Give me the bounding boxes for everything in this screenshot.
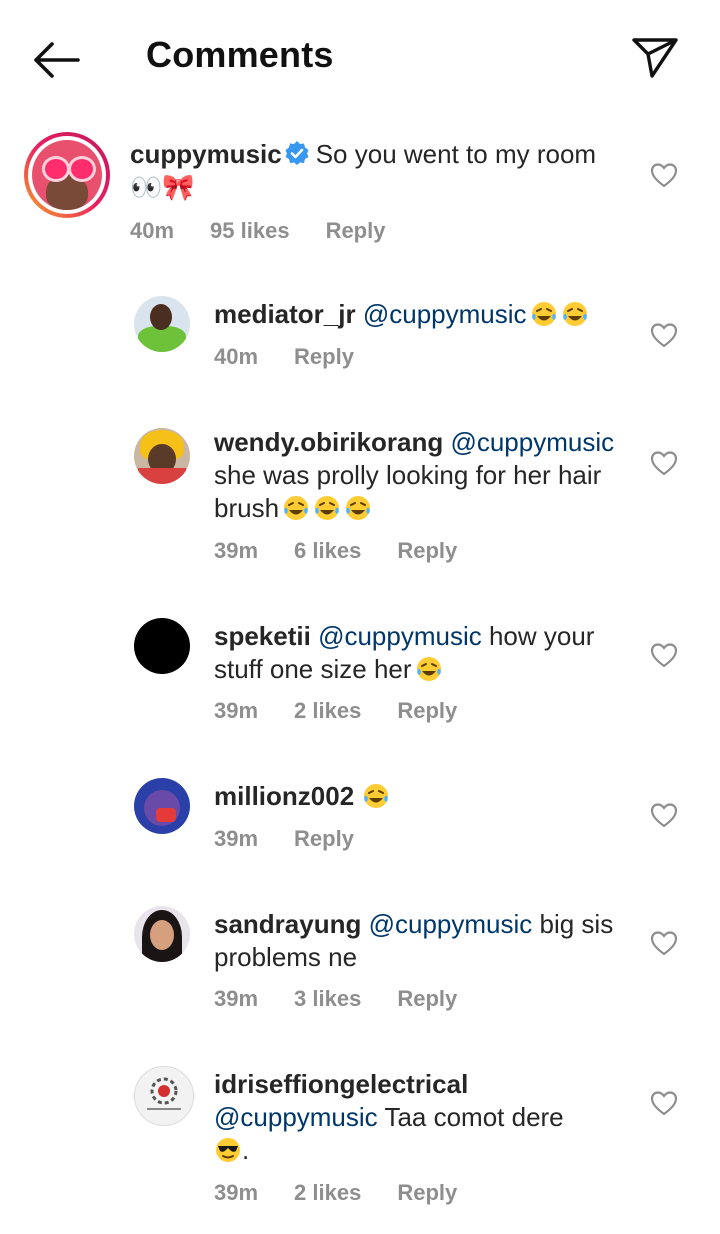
comment-text: wendy.obirikorang @cuppymusic she was pr…: [214, 426, 634, 525]
comment-text: idriseffiongelectrical @cuppymusic Taa c…: [214, 1068, 634, 1167]
like-heart-icon[interactable]: [650, 322, 678, 348]
comment-body: she was prolly looking for her hair brus…: [214, 460, 602, 523]
comment-meta: 40m Reply: [214, 344, 390, 370]
reply-comment: speketii @cuppymusic how your stuff one …: [0, 612, 720, 732]
like-heart-icon[interactable]: [650, 162, 678, 188]
comment-likes[interactable]: 95 likes: [210, 218, 290, 243]
comment-username[interactable]: idriseffiongelectrical: [214, 1069, 468, 1099]
reply-button[interactable]: Reply: [397, 986, 457, 1011]
laughing-tears-emoji-icon: [562, 302, 587, 326]
sunglasses-emoji-icon: [216, 1138, 240, 1162]
like-heart-icon[interactable]: [650, 1090, 678, 1116]
comment-text: millionz002: [214, 780, 634, 813]
comment-meta: 39m 6 likes Reply: [214, 538, 493, 564]
comment-text: mediator_jr @cuppymusic: [214, 298, 634, 331]
laughing-tears-emoji-icon: [315, 496, 340, 520]
like-heart-icon[interactable]: [650, 802, 678, 828]
mention-link[interactable]: @cuppymusic: [214, 1102, 378, 1132]
reply-button[interactable]: Reply: [326, 218, 386, 243]
comment-username[interactable]: wendy.obirikorang: [214, 427, 443, 457]
laughing-tears-emoji-icon: [346, 496, 371, 520]
back-arrow-icon[interactable]: [28, 36, 84, 84]
comment-time: 39m: [214, 538, 259, 563]
comment-username[interactable]: cuppymusic: [130, 139, 282, 169]
avatar[interactable]: [134, 428, 190, 484]
verified-badge-icon: [285, 141, 309, 165]
mention-link[interactable]: @cuppymusic: [318, 621, 482, 651]
laughing-tears-emoji-icon: [416, 657, 441, 681]
comment-text: cuppymusic So you went to my room 👀🎀: [130, 138, 610, 204]
reply-comment: millionz002 39m Reply: [0, 772, 720, 862]
laughing-tears-emoji-icon: [364, 784, 389, 808]
reply-comment: wendy.obirikorang @cuppymusic she was pr…: [0, 418, 720, 578]
avatar[interactable]: [134, 778, 190, 834]
comment-likes[interactable]: 2 likes: [294, 1180, 361, 1205]
mention-link[interactable]: @cuppymusic: [450, 427, 614, 457]
comment-likes[interactable]: 2 likes: [294, 698, 361, 723]
comment-time: 40m: [214, 344, 259, 369]
like-heart-icon[interactable]: [650, 642, 678, 668]
gear-logo-icon: [147, 1077, 181, 1110]
comment-likes[interactable]: 3 likes: [294, 986, 361, 1011]
main-comment: cuppymusic So you went to my room 👀🎀 40m 9…: [0, 128, 720, 248]
avatar[interactable]: [134, 1066, 194, 1126]
share-direct-icon[interactable]: [630, 34, 680, 80]
mention-link[interactable]: @cuppymusic: [363, 299, 527, 329]
reply-comment: idriseffiongelectrical @cuppymusic Taa c…: [0, 1060, 720, 1220]
comment-body: Taa comot dere: [384, 1102, 564, 1132]
comment-time: 39m: [214, 986, 259, 1011]
comment-meta: 39m Reply: [214, 826, 390, 852]
reply-button[interactable]: Reply: [294, 344, 354, 369]
reply-button[interactable]: Reply: [397, 698, 457, 723]
laughing-tears-emoji-icon: [531, 302, 556, 326]
comment-likes[interactable]: 6 likes: [294, 538, 361, 563]
avatar[interactable]: [24, 132, 110, 218]
avatar[interactable]: [134, 618, 190, 674]
comment-trailing-text: .: [242, 1135, 250, 1165]
comment-text: sandrayung @cuppymusic big sis problems …: [214, 908, 634, 974]
reply-button[interactable]: Reply: [397, 1180, 457, 1205]
comment-time: 40m: [130, 218, 175, 243]
page-title: Comments: [146, 34, 334, 75]
reply-button[interactable]: Reply: [294, 826, 354, 851]
comment-username[interactable]: millionz002: [214, 781, 354, 811]
comment-meta: 40m 95 likes Reply: [130, 218, 421, 244]
comment-username[interactable]: mediator_jr: [214, 299, 356, 329]
comment-text: speketii @cuppymusic how your stuff one …: [214, 620, 634, 686]
laughing-tears-emoji-icon: [284, 496, 309, 520]
comment-meta: 39m 2 likes Reply: [214, 1180, 493, 1206]
like-heart-icon[interactable]: [650, 930, 678, 956]
reply-button[interactable]: Reply: [397, 538, 457, 563]
avatar[interactable]: [134, 296, 190, 352]
mention-link[interactable]: @cuppymusic: [369, 909, 533, 939]
like-heart-icon[interactable]: [650, 450, 678, 476]
reply-comment: mediator_jr @cuppymusic 40m Reply: [0, 290, 720, 380]
comment-time: 39m: [214, 1180, 259, 1205]
header: Comments: [0, 0, 720, 112]
comment-time: 39m: [214, 698, 259, 723]
comment-time: 39m: [214, 826, 259, 851]
comment-meta: 39m 3 likes Reply: [214, 986, 493, 1012]
comment-username[interactable]: sandrayung: [214, 909, 361, 939]
comment-username[interactable]: speketii: [214, 621, 311, 651]
avatar[interactable]: [134, 906, 190, 962]
comment-meta: 39m 2 likes Reply: [214, 698, 493, 724]
reply-comment: sandrayung @cuppymusic big sis problems …: [0, 900, 720, 1020]
